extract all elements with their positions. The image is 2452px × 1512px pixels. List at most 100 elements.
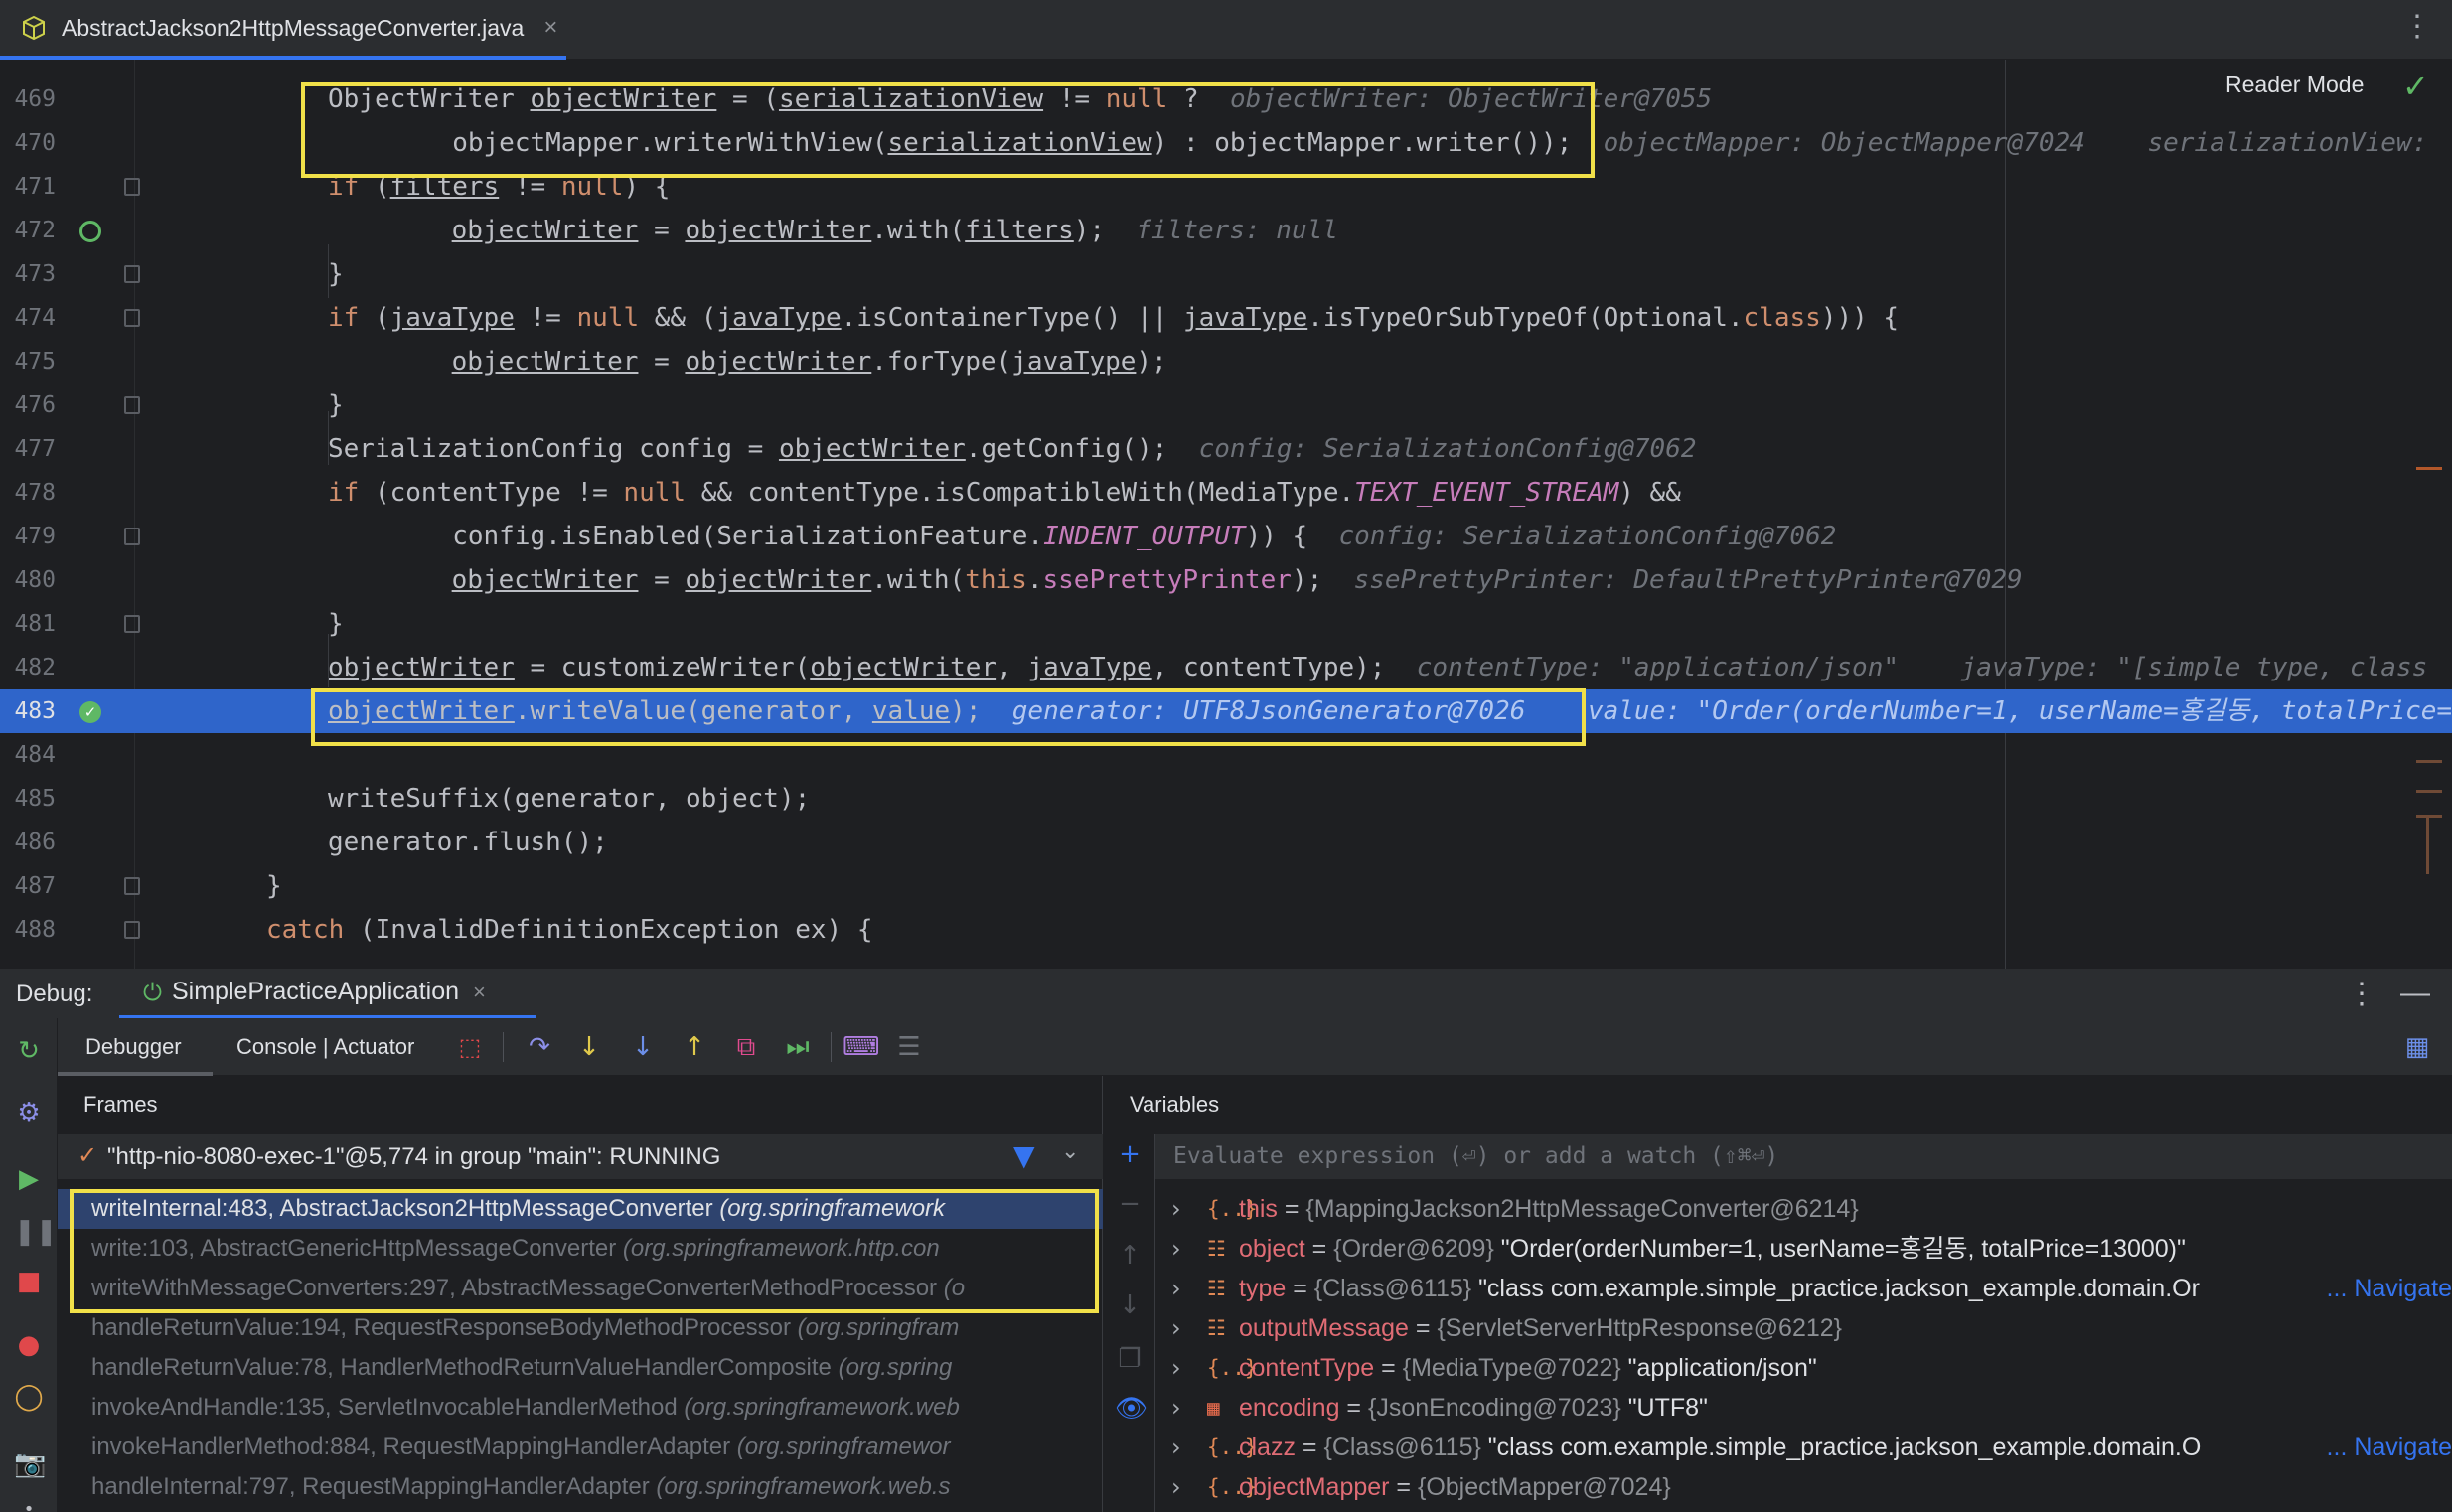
variable-row[interactable]: › {..} contentType = {MediaType@7022} "app… <box>1155 1348 2452 1388</box>
line-number[interactable]: 472 <box>0 209 56 252</box>
code-editor[interactable]: 469 ObjectWriter objectWriter = (serializ… <box>0 60 2452 969</box>
fold-icon[interactable] <box>124 528 140 545</box>
line-number[interactable]: 481 <box>0 602 56 646</box>
step-out-icon[interactable]: ↑ <box>680 1032 709 1062</box>
variable-row[interactable]: › ☷ object = {Order@6209} "Order(orderNumb… <box>1155 1229 2452 1269</box>
code-text[interactable]: objectMapper.writerWithView(serializatio… <box>328 121 2427 165</box>
code-text[interactable]: } <box>266 864 282 908</box>
view-breakpoints-icon[interactable]: ● <box>14 1330 44 1360</box>
line-number[interactable]: 486 <box>0 821 56 864</box>
code-text[interactable]: if (javaType != null && (javaType.isCont… <box>328 296 1899 340</box>
line-number[interactable]: 478 <box>0 471 56 515</box>
line-number[interactable]: 475 <box>0 340 56 383</box>
evaluate-expression-icon[interactable]: ⌨ <box>843 1032 880 1062</box>
breakpoint-icon[interactable] <box>79 221 101 242</box>
minimize-icon[interactable]: — <box>2400 977 2430 1010</box>
code-text[interactable]: if (contentType != null && contentType.i… <box>328 471 1681 515</box>
stack-frame[interactable]: invokeHandlerMethod:884, RequestMappingH… <box>58 1428 1103 1467</box>
pause-icon[interactable]: ❚❚ <box>14 1217 58 1247</box>
chevron-right-icon[interactable]: › <box>1171 1229 1181 1269</box>
stop-icon[interactable]: ■ <box>14 1267 44 1296</box>
fold-icon[interactable] <box>124 396 140 414</box>
scrollbar-marker[interactable] <box>2416 467 2442 470</box>
variable-row[interactable]: › {..} this = {MappingJackson2HttpMessageC… <box>1155 1189 2452 1229</box>
code-line[interactable]: 488 catch (InvalidDefinitionException ex)… <box>0 908 2452 952</box>
code-line[interactable]: 471 if (filters != null) { <box>0 165 2452 209</box>
code-line[interactable]: 475 objectWriter = objectWriter.forType(… <box>0 340 2452 383</box>
code-text[interactable]: if (filters != null) { <box>328 165 670 209</box>
code-line[interactable]: 481} <box>0 602 2452 646</box>
chevron-down-icon[interactable]: ⌄ <box>1061 1139 1079 1164</box>
layout-settings-icon[interactable]: ▦ <box>2402 1032 2432 1062</box>
fold-icon[interactable] <box>124 877 140 895</box>
code-text[interactable]: objectWriter = customizeWriter(objectWri… <box>328 646 2427 689</box>
fold-icon[interactable] <box>124 615 140 633</box>
camera-icon[interactable]: 📷 <box>14 1449 46 1479</box>
code-text[interactable]: objectWriter = objectWriter.with(this.ss… <box>389 558 2023 602</box>
fold-icon[interactable] <box>124 921 140 939</box>
more-options-icon[interactable]: ⋮ <box>2402 12 2432 42</box>
code-line[interactable]: 484 <box>0 733 2452 777</box>
code-line[interactable]: 486 generator.flush(); <box>0 821 2452 864</box>
force-step-into-icon[interactable]: ↓ <box>628 1032 658 1062</box>
code-line[interactable]: 487} <box>0 864 2452 908</box>
chevron-right-icon[interactable]: › <box>1171 1388 1181 1428</box>
add-watch-icon[interactable]: + <box>1115 1139 1145 1169</box>
variable-row[interactable]: › ▦ encoding = {JsonEncoding@7023} "UTF8" <box>1155 1388 2452 1428</box>
line-number[interactable]: 487 <box>0 864 56 908</box>
stack-frame[interactable]: writeWithMessageConverters:297, Abstract… <box>58 1269 1103 1308</box>
variable-row[interactable]: › ☷ outputMessage = {ServletServerHttpResp… <box>1155 1308 2452 1348</box>
line-number[interactable]: 474 <box>0 296 56 340</box>
run-to-cursor-icon[interactable]: ⏭ <box>783 1032 813 1062</box>
stack-frame[interactable]: handleReturnValue:194, RequestResponseBo… <box>58 1308 1103 1348</box>
stack-frame[interactable]: handleReturnValue:78, HandlerMethodRetur… <box>58 1348 1103 1388</box>
stack-frame[interactable]: writeInternal:483, AbstractJackson2HttpM… <box>58 1189 1103 1229</box>
move-up-icon[interactable]: ↑ <box>1115 1241 1145 1271</box>
stack-frame[interactable]: write:103, AbstractGenericHttpMessageCon… <box>58 1229 1103 1269</box>
code-text[interactable]: generator.flush(); <box>328 821 608 864</box>
line-number[interactable]: 480 <box>0 558 56 602</box>
code-text[interactable]: } <box>328 383 344 427</box>
rerun-icon[interactable]: ↻ <box>14 1036 44 1066</box>
code-line[interactable]: 480 objectWriter = objectWriter.with(thi… <box>0 558 2452 602</box>
line-number[interactable]: 477 <box>0 427 56 471</box>
code-line[interactable]: 469 ObjectWriter objectWriter = (serializ… <box>0 77 2452 121</box>
scrollbar-marker[interactable] <box>2416 815 2442 818</box>
line-number[interactable]: 479 <box>0 515 56 558</box>
current-execution-line[interactable]: 483 ✓ objectWriter.writeValue(generator, v… <box>0 689 2452 733</box>
evaluate-expression-input[interactable] <box>1173 1141 2366 1171</box>
settings-icon[interactable]: ⚙ <box>14 1098 44 1128</box>
code-text[interactable]: config.isEnabled(SerializationFeature.IN… <box>328 515 1836 558</box>
code-line[interactable]: 482 objectWriter = customizeWriter(object… <box>0 646 2452 689</box>
more-options-icon[interactable]: ⋮ <box>2347 977 2376 1011</box>
chevron-right-icon[interactable]: › <box>1171 1308 1181 1348</box>
step-over-icon[interactable]: ↷ <box>525 1032 554 1062</box>
code-line[interactable]: 477 SerializationConfig config = objectWr… <box>0 427 2452 471</box>
code-text[interactable]: } <box>328 252 344 296</box>
step-into-icon[interactable]: ↓ <box>574 1032 604 1062</box>
line-number[interactable]: 483 <box>0 689 56 733</box>
chevron-right-icon[interactable]: › <box>1171 1348 1181 1388</box>
line-number[interactable]: 488 <box>0 908 56 952</box>
line-number[interactable]: 482 <box>0 646 56 689</box>
variable-row[interactable]: › {..} objectMapper = {ObjectMapper@7024} <box>1155 1467 2452 1507</box>
variable-row[interactable]: › {..} clazz = {Class@6115} "class com.exa… <box>1155 1428 2452 1467</box>
code-text[interactable]: objectWriter.writeValue(generator, value… <box>328 689 2452 733</box>
thread-selector[interactable]: ✓ "http-nio-8080-exec-1"@5,774 in group … <box>58 1134 1103 1179</box>
code-text[interactable]: catch (InvalidDefinitionException ex) { <box>266 908 873 952</box>
eye-icon[interactable]: 👁 <box>1115 1394 1148 1424</box>
code-line[interactable]: 470 objectMapper.writerWithView(serializ… <box>0 121 2452 165</box>
fold-icon[interactable] <box>124 178 140 196</box>
line-number[interactable]: 484 <box>0 733 56 777</box>
fold-icon[interactable] <box>124 265 140 283</box>
code-line[interactable]: 479 config.isEnabled(SerializationFeatur… <box>0 515 2452 558</box>
duplicate-icon[interactable]: ❐ <box>1115 1344 1145 1374</box>
chevron-right-icon[interactable]: › <box>1171 1467 1181 1507</box>
code-text[interactable]: ObjectWriter objectWriter = (serializati… <box>328 77 1712 121</box>
scrollbar-marker[interactable] <box>2416 790 2442 793</box>
code-line[interactable]: 476} <box>0 383 2452 427</box>
code-text[interactable]: SerializationConfig config = objectWrite… <box>328 427 1697 471</box>
code-text[interactable]: objectWriter = objectWriter.forType(java… <box>389 340 1167 383</box>
line-number[interactable]: 470 <box>0 121 56 165</box>
scrollbar-marker[interactable] <box>2416 760 2442 763</box>
